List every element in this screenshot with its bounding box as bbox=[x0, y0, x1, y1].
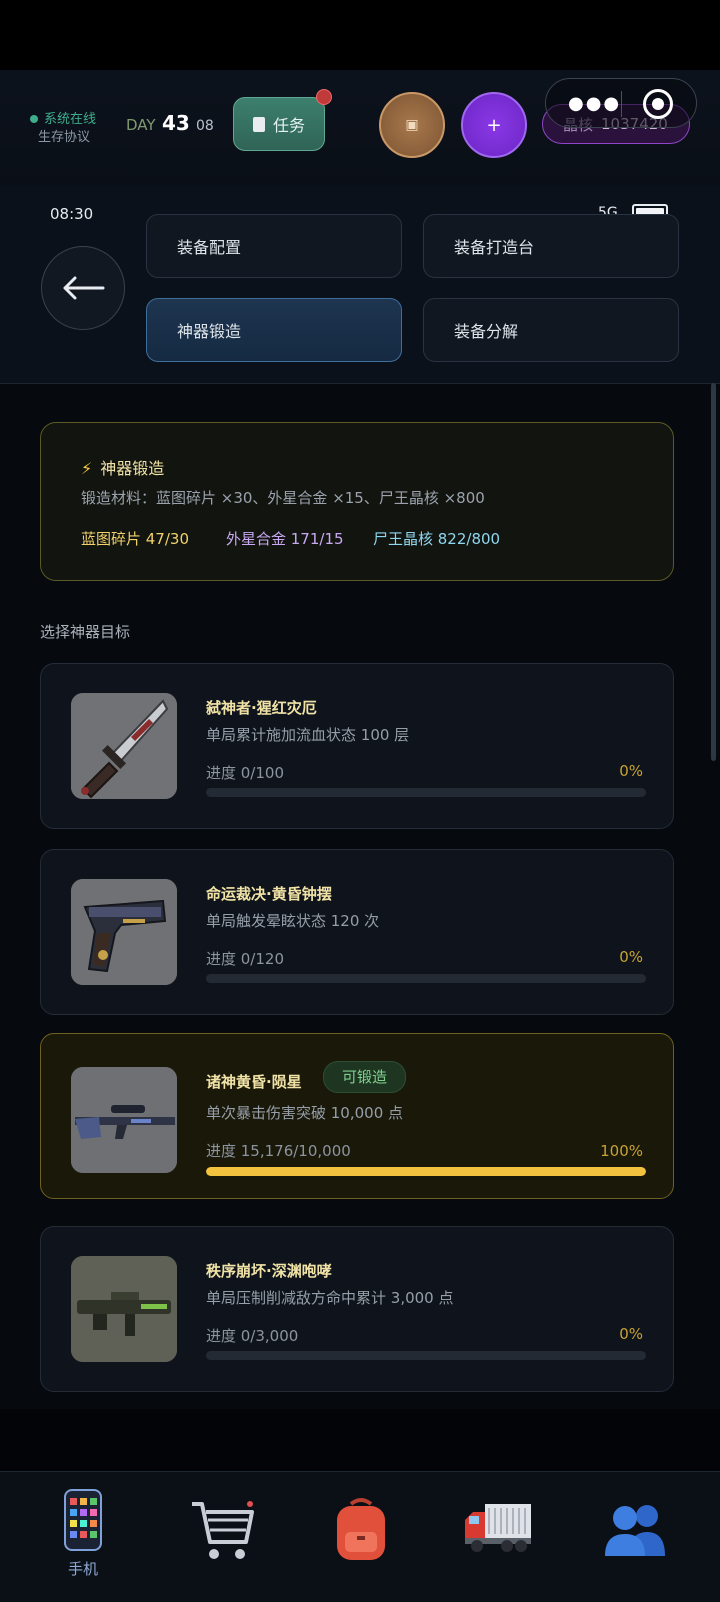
artifact-progress-bar bbox=[206, 788, 646, 797]
people-icon bbox=[605, 1505, 665, 1556]
material-progress-core: 尸王晶核 822/800 bbox=[373, 530, 501, 548]
nav-equipment-config[interactable]: 装备配置 bbox=[146, 214, 402, 278]
artifact-progress-text: 进度 0/120 bbox=[206, 950, 284, 968]
heavy-rifle-icon bbox=[71, 1256, 177, 1362]
day-sub: 08 bbox=[196, 118, 214, 134]
pistol-icon bbox=[71, 879, 177, 985]
forge-title: ⚡ 神器锻造 bbox=[81, 455, 164, 479]
progress-fill bbox=[206, 1167, 646, 1176]
tab-truck[interactable] bbox=[428, 1472, 568, 1602]
task-button[interactable]: 任务 bbox=[233, 97, 325, 151]
artifact-progress-bar bbox=[206, 1351, 646, 1360]
forgeable-badge: 可锻造 bbox=[323, 1061, 407, 1093]
artifact-progress-bar bbox=[206, 974, 646, 983]
tab-phone[interactable]: 手机 bbox=[13, 1472, 153, 1602]
artifact-name: 诸神黄昏·陨星 bbox=[206, 1073, 302, 1091]
nav-label: 装备分解 bbox=[454, 322, 519, 341]
artifact-card[interactable]: 命运裁决·黄昏钟摆 单局触发晕眩状态 120 次 进度 0/120 0% bbox=[40, 849, 674, 1015]
clipboard-icon bbox=[252, 116, 265, 132]
online-dot-icon bbox=[30, 115, 38, 123]
artifact-percent: 0% bbox=[619, 762, 643, 780]
capsule-divider bbox=[621, 91, 622, 117]
top-black-bar bbox=[0, 0, 720, 70]
bottom-nav: 手机 bbox=[0, 1471, 720, 1602]
artifact-desc: 单局触发晕眩状态 120 次 bbox=[206, 912, 380, 930]
day-number: 43 bbox=[162, 111, 190, 135]
forge-materials: 锻造材料：蓝图碎片 ×30、外星合金 ×15、尸王晶核 ×800 bbox=[81, 489, 485, 507]
arrow-left-icon bbox=[63, 276, 105, 300]
tab-shop[interactable] bbox=[152, 1472, 292, 1602]
artifact-percent: 0% bbox=[619, 1325, 643, 1343]
nav-equipment-forge[interactable]: 装备打造台 bbox=[423, 214, 679, 278]
nav-label: 装备配置 bbox=[177, 238, 242, 257]
material-progress-blueprint: 蓝图碎片 47/30 bbox=[81, 530, 189, 548]
nav-label: 装备打造台 bbox=[454, 238, 535, 257]
artifact-desc: 单次暴击伤害突破 10,000 点 bbox=[206, 1104, 404, 1122]
artifact-percent: 0% bbox=[619, 948, 643, 966]
select-target-title: 选择神器目标 bbox=[40, 623, 131, 641]
notification-dot bbox=[316, 89, 332, 105]
back-button[interactable] bbox=[41, 246, 125, 330]
artifact-desc: 单局压制削减敌方命中累计 3,000 点 bbox=[206, 1289, 454, 1307]
nav-equipment-decompose[interactable]: 装备分解 bbox=[423, 298, 679, 362]
artifact-name: 秩序崩坏·深渊咆哮 bbox=[206, 1262, 332, 1280]
artifact-name: 命运裁决·黄昏钟摆 bbox=[206, 885, 332, 903]
artifact-card[interactable]: 秩序崩坏·深渊咆哮 单局压制削减敌方命中累计 3,000 点 进度 0/3,00… bbox=[40, 1226, 674, 1392]
plus-button[interactable]: + bbox=[461, 92, 527, 158]
forge-info-panel: ⚡ 神器锻造 锻造材料：蓝图碎片 ×30、外星合金 ×15、尸王晶核 ×800 蓝… bbox=[40, 422, 674, 581]
protocol-text: 生存协议 bbox=[38, 130, 91, 145]
game-hud: 系统在线 生存协议 DAY 43 08 任务 ▣ + 晶核 1037420 ●●… bbox=[0, 70, 720, 186]
artifact-progress-text: 进度 15,176/10,000 bbox=[206, 1142, 351, 1160]
online-text: 系统在线 bbox=[44, 112, 97, 127]
nav-label: 神器锻造 bbox=[177, 322, 242, 341]
backpack-icon bbox=[337, 1498, 385, 1560]
day-label: DAY bbox=[126, 116, 156, 134]
artifact-percent: 100% bbox=[600, 1142, 643, 1160]
sniper-rifle-icon bbox=[71, 1067, 177, 1173]
task-label: 任务 bbox=[272, 116, 305, 135]
phone-icon bbox=[64, 1489, 102, 1551]
miniapp-capsule: ●●● bbox=[545, 78, 697, 128]
more-icon[interactable]: ●●● bbox=[568, 93, 621, 114]
artifact-desc: 单局累计施加流血状态 100 层 bbox=[206, 726, 410, 744]
truck-icon bbox=[465, 1504, 531, 1552]
status-time: 08:30 bbox=[50, 205, 94, 223]
scrollbar[interactable] bbox=[711, 383, 716, 761]
artifact-card-ready[interactable]: 诸神黄昏·陨星 可锻造 单次暴击伤害突破 10,000 点 进度 15,176/… bbox=[40, 1033, 674, 1199]
artifact-progress-bar bbox=[206, 1167, 646, 1176]
robot-button[interactable]: ▣ bbox=[379, 92, 445, 158]
robot-icon: ▣ bbox=[405, 117, 419, 133]
lower-strip bbox=[0, 1409, 720, 1471]
forge-title-text: 神器锻造 bbox=[100, 459, 165, 478]
online-status: 系统在线 bbox=[30, 108, 96, 127]
artifact-name: 弑神者·猩红灾厄 bbox=[206, 699, 317, 717]
tab-phone-label: 手机 bbox=[67, 1560, 98, 1578]
tab-backpack[interactable] bbox=[291, 1472, 431, 1602]
artifact-progress-text: 进度 0/100 bbox=[206, 764, 284, 782]
cart-icon bbox=[192, 1501, 254, 1559]
material-progress-alloy: 外星合金 171/15 bbox=[226, 530, 344, 548]
lightning-icon: ⚡ bbox=[81, 459, 93, 478]
artifact-progress-text: 进度 0/3,000 bbox=[206, 1327, 299, 1345]
tab-friends[interactable] bbox=[566, 1472, 706, 1602]
nav-artifact-forge[interactable]: 神器锻造 bbox=[146, 298, 402, 362]
knife-icon bbox=[71, 693, 177, 799]
close-target-icon[interactable] bbox=[643, 89, 673, 119]
artifact-card[interactable]: 弑神者·猩红灾厄 单局累计施加流血状态 100 层 进度 0/100 0% bbox=[40, 663, 674, 829]
phone-screen-header: 08:30 5G 装备配置 装备打造台 神器锻造 装备分解 bbox=[0, 185, 720, 384]
plus-icon: + bbox=[486, 114, 502, 136]
